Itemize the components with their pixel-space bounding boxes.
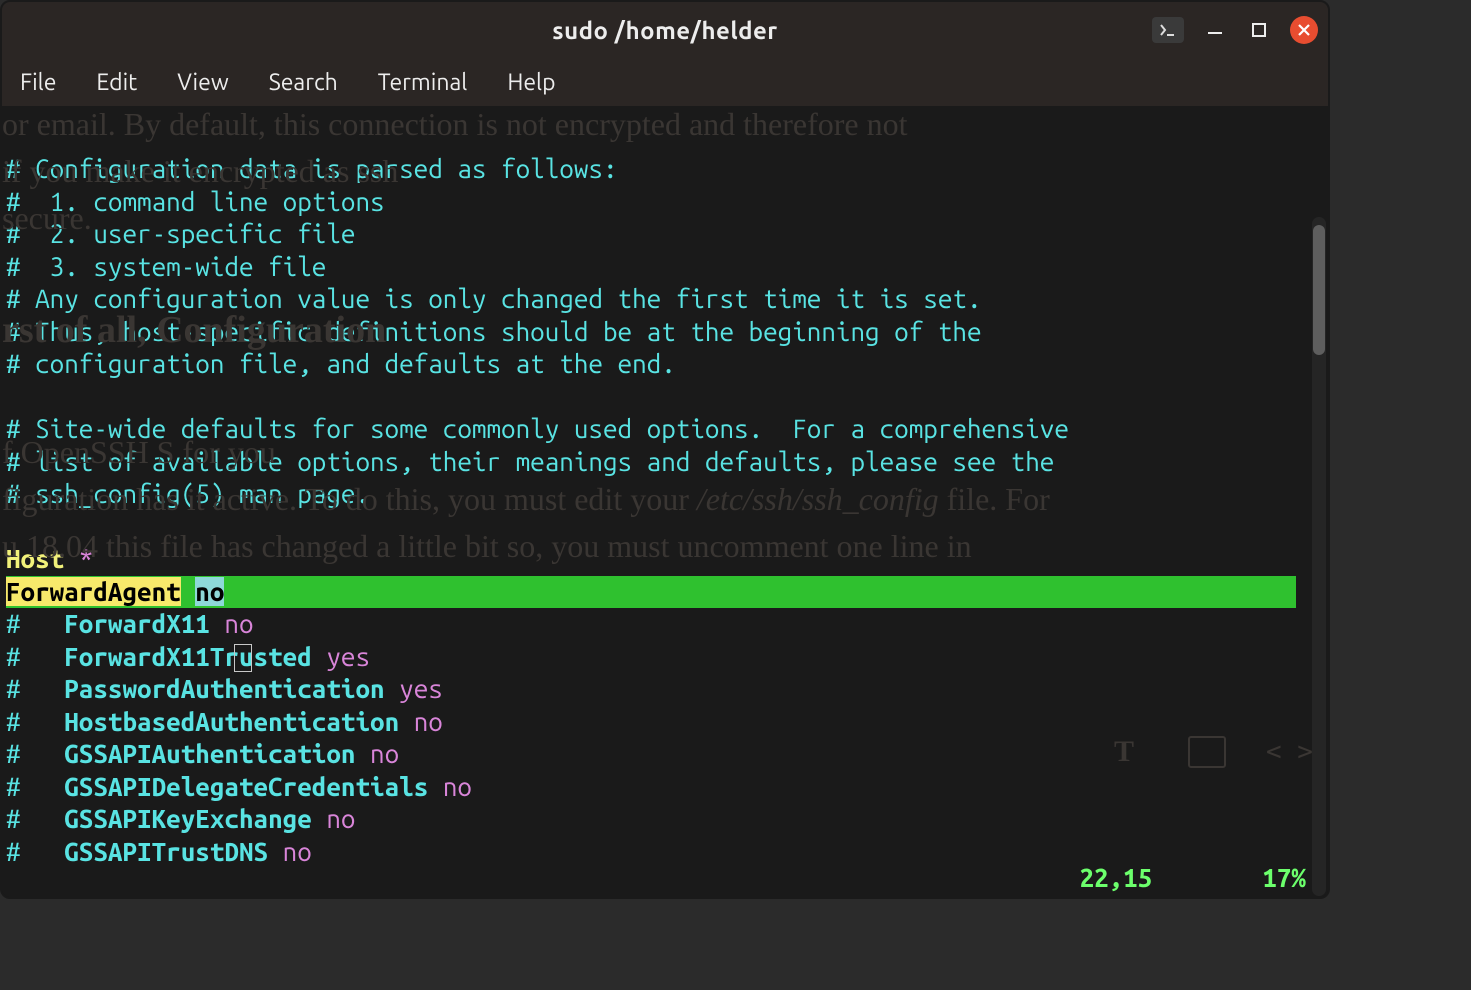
menu-file[interactable]: File <box>20 70 56 95</box>
comment-line: # ssh_config(5) man page. <box>6 478 1324 511</box>
minimize-button[interactable] <box>1202 17 1228 43</box>
comment-line: # Any configuration value is only change… <box>6 283 1324 316</box>
terminal-app-icon <box>1152 17 1184 43</box>
blank-line <box>6 511 1324 544</box>
terminal-content: # Configuration data is parsed as follow… <box>2 107 1328 872</box>
option-line: # PasswordAuthentication yes <box>6 673 1324 706</box>
terminal-window: sudo /home/helder File Edit View Search … <box>0 0 1330 899</box>
menubar: File Edit View Search Terminal Help <box>2 58 1328 107</box>
comment-line: # configuration file, and defaults at th… <box>6 348 1324 381</box>
comment-line: # 1. command line options <box>6 186 1324 219</box>
menu-edit[interactable]: Edit <box>96 70 137 95</box>
titlebar: sudo /home/helder <box>2 2 1328 58</box>
comment-line: # list of available options, their meani… <box>6 446 1324 479</box>
terminal-viewport[interactable]: or email. By default, this connection is… <box>2 107 1328 898</box>
cursor-position: 22,15 <box>1080 862 1153 895</box>
maximize-button[interactable] <box>1246 17 1272 43</box>
option-line: # ForwardX11Trusted yes <box>6 641 1324 674</box>
file-percent: 17% <box>1262 862 1306 895</box>
comment-line: # 3. system-wide file <box>6 251 1324 284</box>
option-line: # ForwardX11 no <box>6 608 1324 641</box>
scrollbar[interactable] <box>1312 217 1326 896</box>
option-line: # GSSAPIKeyExchange no <box>6 803 1324 836</box>
option-line: # GSSAPIAuthentication no <box>6 738 1324 771</box>
option-line: # GSSAPIDelegateCredentials no <box>6 771 1324 804</box>
blank-line <box>6 381 1324 414</box>
comment-line: # Thus, host-specific definitions should… <box>6 316 1324 349</box>
comment-line: # 2. user-specific file <box>6 218 1324 251</box>
window-controls <box>1152 16 1318 44</box>
menu-help[interactable]: Help <box>507 70 555 95</box>
comment-line: # Configuration data is parsed as follow… <box>6 153 1324 186</box>
scrollbar-thumb[interactable] <box>1313 225 1325 355</box>
menu-terminal[interactable]: Terminal <box>378 70 468 95</box>
comment-line: # Site-wide defaults for some commonly u… <box>6 413 1324 446</box>
current-line-highlight: ForwardAgent no <box>6 576 1296 609</box>
vim-status: 22,15 17% <box>1080 862 1307 895</box>
window-title: sudo /home/helder <box>2 17 1328 44</box>
close-button[interactable] <box>1290 16 1318 44</box>
menu-search[interactable]: Search <box>269 70 338 95</box>
option-line: # HostbasedAuthentication no <box>6 706 1324 739</box>
menu-view[interactable]: View <box>177 70 228 95</box>
host-line: Host * <box>6 543 1324 576</box>
